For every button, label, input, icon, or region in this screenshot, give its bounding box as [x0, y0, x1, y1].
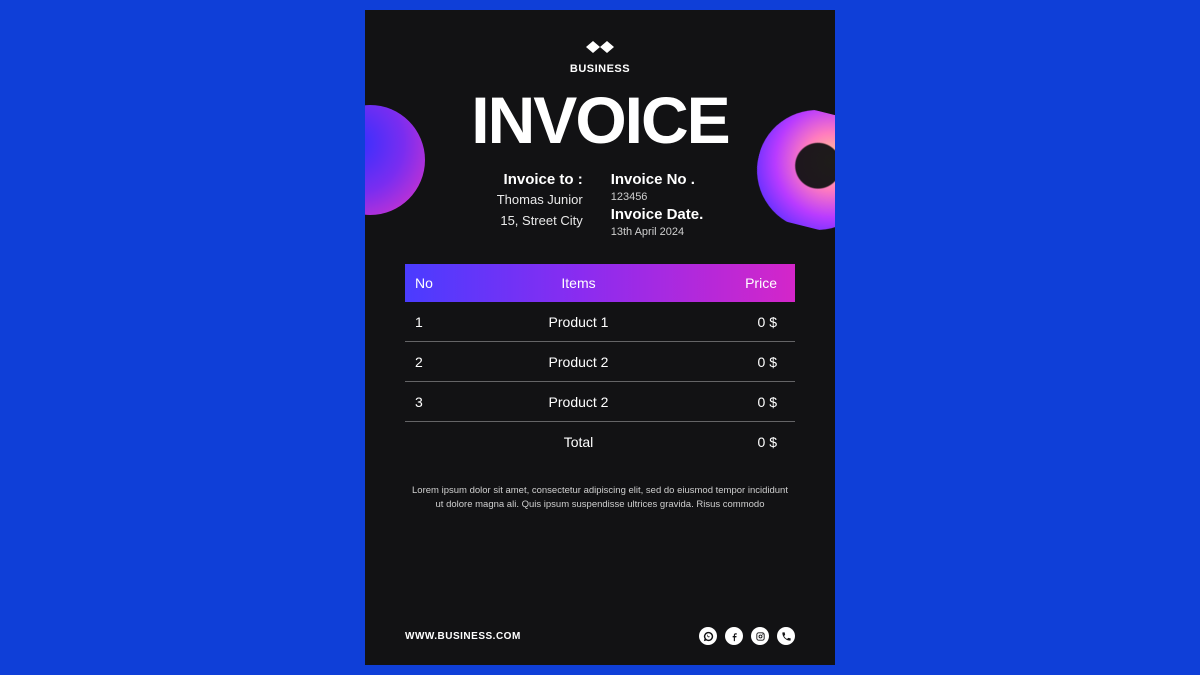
cell-no: 3	[415, 394, 470, 410]
handshake-icon	[583, 43, 617, 60]
whatsapp-icon	[699, 627, 717, 645]
table-total-row: Total 0 $	[405, 422, 795, 462]
table-row: 2 Product 2 0 $	[405, 342, 795, 382]
invoice-date-value: 13th April 2024	[611, 226, 704, 238]
total-label: Total	[470, 434, 687, 450]
bill-to-name: Thomas Junior	[497, 191, 583, 209]
bill-to-label: Invoice to :	[497, 171, 583, 188]
social-icons	[699, 627, 795, 645]
bill-to-address: 15, Street City	[497, 212, 583, 230]
cell-no: 2	[415, 354, 470, 370]
cell-price: 0 $	[687, 314, 777, 330]
cell-price: 0 $	[687, 354, 777, 370]
invoice-document: BUSINESS INVOICE Invoice to : Thomas Jun…	[365, 10, 835, 665]
invoice-no-label: Invoice No .	[611, 171, 704, 188]
invoice-no-value: 123456	[611, 191, 704, 203]
logo: BUSINESS	[405, 38, 795, 75]
table-header: No Items Price	[405, 264, 795, 302]
cell-item: Product 2	[470, 394, 687, 410]
table-row: 3 Product 2 0 $	[405, 382, 795, 422]
col-items: Items	[470, 275, 687, 291]
col-no: No	[415, 275, 470, 291]
invoice-info: Invoice to : Thomas Junior 15, Street Ci…	[405, 171, 795, 238]
website-url: WWW.BUSINESS.COM	[405, 631, 521, 642]
logo-text: BUSINESS	[405, 63, 795, 75]
bill-to: Invoice to : Thomas Junior 15, Street Ci…	[497, 171, 583, 238]
total-value: 0 $	[687, 434, 777, 450]
cell-item: Product 1	[470, 314, 687, 330]
invoice-meta: Invoice No . 123456 Invoice Date. 13th A…	[611, 171, 704, 238]
instagram-icon	[751, 627, 769, 645]
footer-blurb: Lorem ipsum dolor sit amet, consectetur …	[405, 484, 795, 513]
cell-price: 0 $	[687, 394, 777, 410]
phone-icon	[777, 627, 795, 645]
invoice-date-label: Invoice Date.	[611, 206, 704, 223]
footer: WWW.BUSINESS.COM	[405, 627, 795, 645]
page-title: INVOICE	[405, 87, 795, 153]
table-row: 1 Product 1 0 $	[405, 302, 795, 342]
facebook-icon	[725, 627, 743, 645]
line-items-table: No Items Price 1 Product 1 0 $ 2 Product…	[405, 264, 795, 462]
col-price: Price	[687, 275, 777, 291]
cell-no: 1	[415, 314, 470, 330]
cell-item: Product 2	[470, 354, 687, 370]
